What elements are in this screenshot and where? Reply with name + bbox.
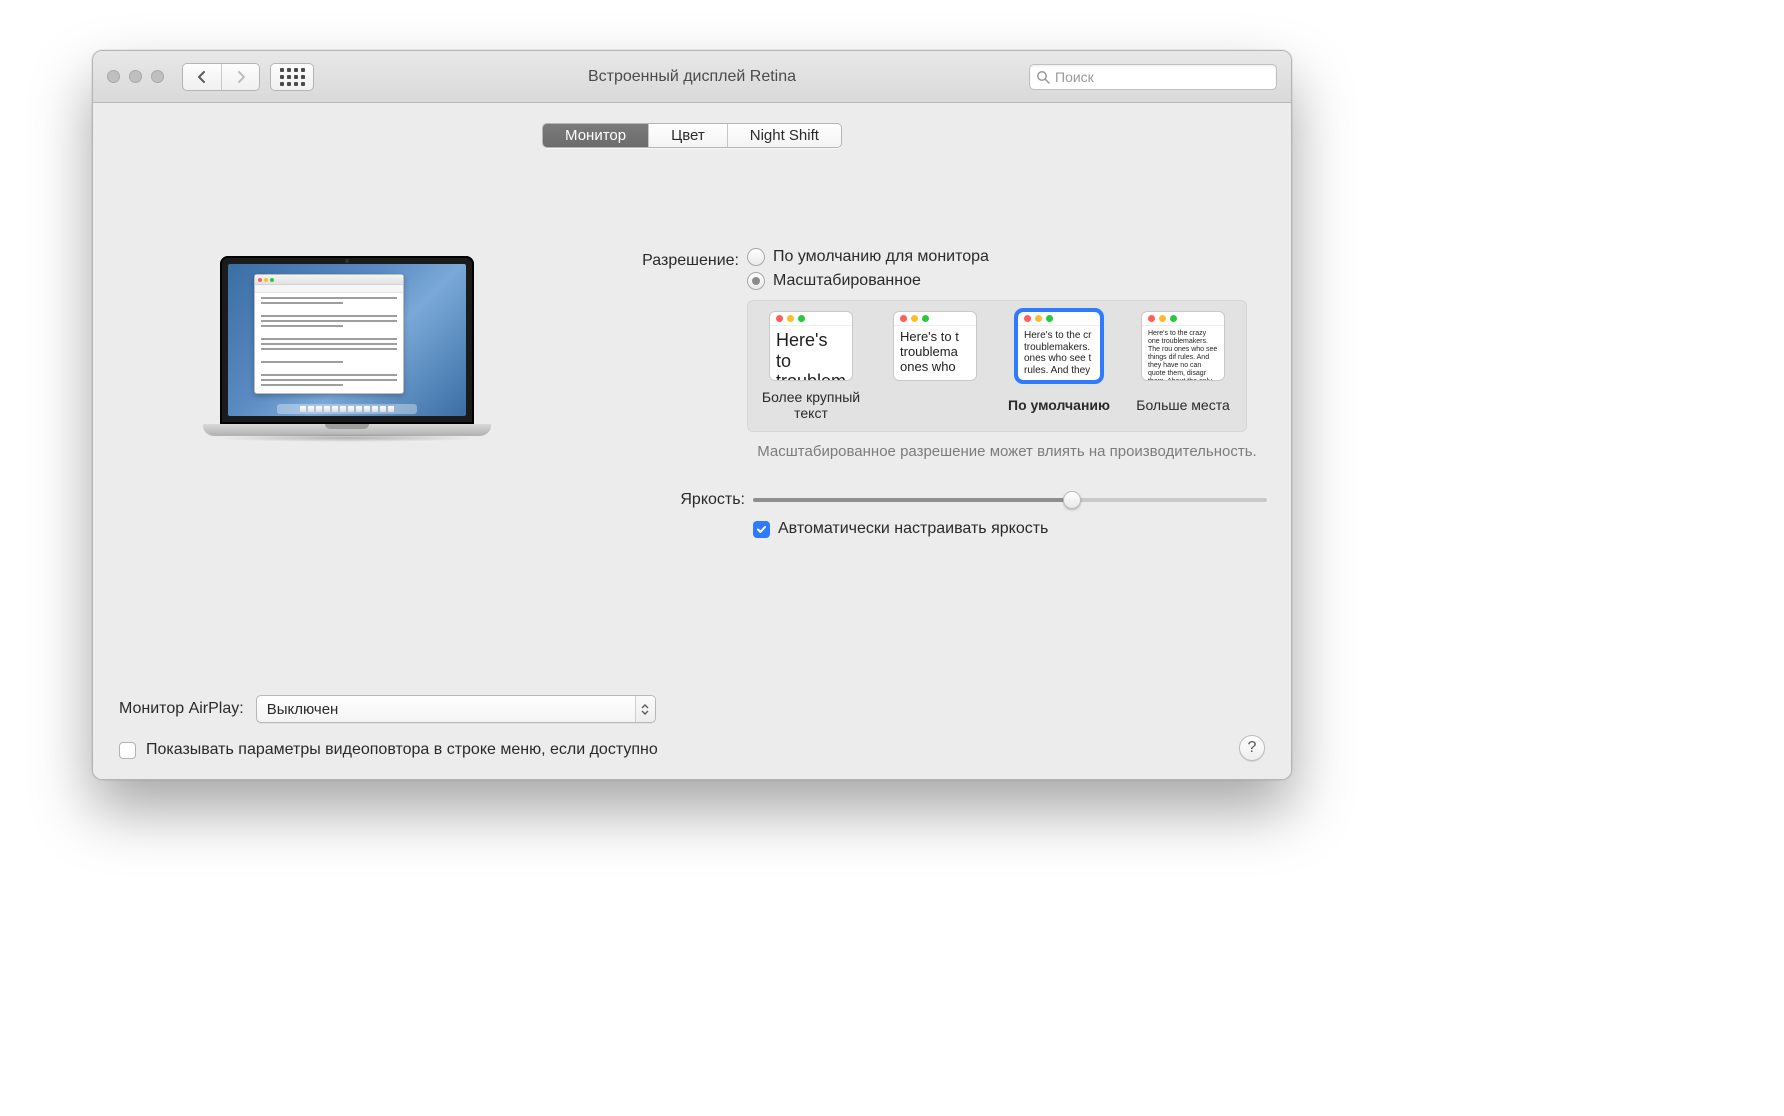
search-input[interactable] [1055,69,1270,85]
scale-option-default[interactable]: Here's to the cr troublemakers. ones who… [1008,311,1110,423]
radio-scaled-label: Масштабированное [773,272,921,290]
auto-brightness-checkbox[interactable]: Автоматически настраивать яркость [753,520,1267,538]
scaled-options: Here's to troublem Более крупный текст H… [747,300,1247,432]
tab-bar: Монитор Цвет Night Shift [93,103,1291,156]
forward-button[interactable] [221,64,259,90]
back-button[interactable] [183,64,221,90]
zoom-icon[interactable] [151,70,164,83]
popup-arrows-icon [635,696,655,722]
tab-monitor[interactable]: Монитор [543,124,648,147]
airplay-row: Монитор AirPlay: Выключен [119,695,1265,723]
resolution-label: Разрешение: [563,248,747,270]
mirroring-checkbox[interactable]: Показывать параметры видеоповтора в стро… [119,741,1265,759]
help-button[interactable]: ? [1239,735,1265,761]
thumb-sample: Here's to the crazy one troublemakers. T… [1142,326,1224,381]
slider-knob[interactable] [1063,491,1081,509]
settings-area: Разрешение: По умолчанию для монитора Ма… [563,248,1267,538]
auto-brightness-label: Автоматически настраивать яркость [778,520,1048,538]
radio-default-for-display[interactable]: По умолчанию для монитора [747,248,1267,266]
brightness-slider[interactable] [753,490,1267,510]
airplay-value: Выключен [257,701,635,718]
nav-back-forward [182,63,260,91]
tab-night-shift[interactable]: Night Shift [727,124,841,147]
help-icon: ? [1248,739,1257,757]
resolution-row: Разрешение: По умолчанию для монитора Ма… [563,248,1267,462]
search-icon [1036,70,1050,84]
thumb-caption: По умолчанию [1008,387,1110,423]
airplay-popup[interactable]: Выключен [256,695,656,723]
mirroring-label: Показывать параметры видеоповтора в стро… [146,741,658,759]
minimize-icon[interactable] [129,70,142,83]
scale-option-more-space[interactable]: Here's to the crazy one troublemakers. T… [1132,311,1234,423]
thumb-sample: Here's to troublem [770,326,852,381]
titlebar: Встроенный дисплей Retina [93,51,1291,103]
thumb-caption: Больше места [1136,387,1230,423]
radio-default-label: По умолчанию для монитора [773,248,989,266]
scale-option-larger-text[interactable]: Here's to troublem Более крупный текст [760,311,862,423]
close-icon[interactable] [107,70,120,83]
window-controls [107,70,164,83]
brightness-row: Яркость: [563,490,1267,510]
preferences-window: Встроенный дисплей Retina Монитор Цвет N… [92,50,1292,780]
tab-color[interactable]: Цвет [648,124,727,147]
scale-option-2[interactable]: Here's to t troublema ones who [884,311,986,423]
radio-icon [747,272,765,290]
grid-icon [280,68,305,86]
thumb-caption: Более крупный текст [760,387,862,423]
radio-icon [747,248,765,266]
checkbox-checked-icon [753,521,770,538]
laptop-illustration [203,256,491,436]
checkbox-unchecked-icon [119,742,136,759]
search-field[interactable] [1029,64,1277,90]
brightness-label: Яркость: [563,491,753,509]
radio-scaled[interactable]: Масштабированное [747,272,1267,290]
footer: Монитор AirPlay: Выключен Показывать пар… [119,695,1265,759]
thumb-sample: Here's to t troublema ones who [894,326,976,379]
thumb-sample: Here's to the cr troublemakers. ones who… [1018,326,1100,380]
airplay-label: Монитор AirPlay: [119,700,244,718]
pane-body: Разрешение: По умолчанию для монитора Ма… [93,156,1291,779]
show-all-button[interactable] [270,63,314,91]
scaled-hint: Масштабированное разрешение может влиять… [747,442,1267,462]
